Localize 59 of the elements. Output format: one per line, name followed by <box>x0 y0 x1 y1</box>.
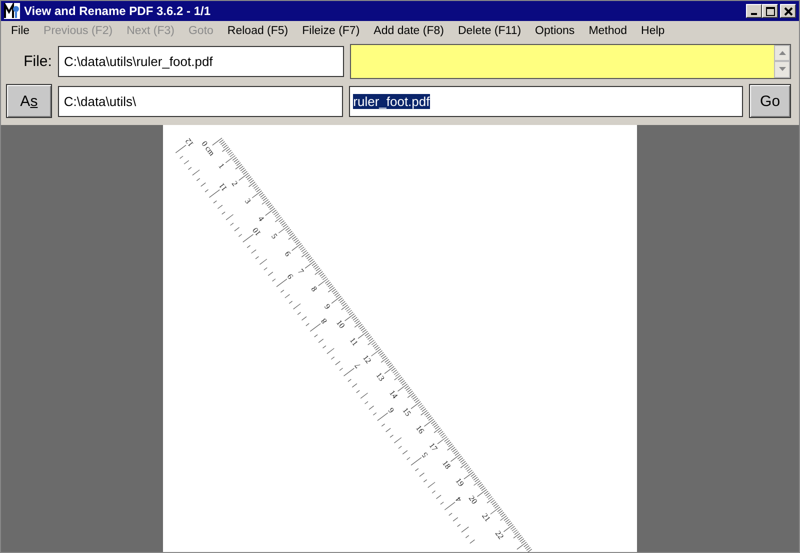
ruler-label: 12 <box>183 136 196 148</box>
ruler-label: 0 cm <box>200 139 216 158</box>
ruler-label: 3 <box>243 196 253 206</box>
ruler-label: 10 <box>250 226 263 238</box>
ruler-label: 18 <box>440 458 452 471</box>
menu-item[interactable]: Options <box>528 25 582 37</box>
ruler-label: 12 <box>361 353 374 366</box>
ruler-label: 16 <box>414 424 426 436</box>
ruler-label: 13 <box>374 370 386 383</box>
ruler-label: 8 <box>309 284 319 294</box>
ruler-label: 6 <box>282 250 292 258</box>
ruler-label: 2 <box>230 179 240 188</box>
minimize-button[interactable] <box>746 4 762 18</box>
close-icon <box>784 6 792 16</box>
ruler-label: 15 <box>400 406 413 418</box>
ruler-label: 10 <box>334 318 347 330</box>
down-arrow-icon <box>778 67 786 72</box>
file-path-field[interactable]: C:\data\utils\ruler_foot.pdf <box>58 46 344 76</box>
ruler-label: 17 <box>427 441 440 454</box>
new-name-field[interactable]: ruler_foot.pdf <box>349 86 744 116</box>
maximize-icon <box>766 6 774 16</box>
ruler-label: 1 <box>216 162 226 170</box>
ruler-label: 14 <box>388 388 400 400</box>
menu-item[interactable]: Fileize (F7) <box>295 25 367 37</box>
menu-item[interactable]: File <box>4 25 37 37</box>
file-name-text: ruler_foot.pdf <box>353 94 430 108</box>
ruler-label: 7 <box>352 361 362 370</box>
file-label: File: <box>22 52 52 70</box>
notes-field[interactable] <box>350 44 791 78</box>
menu-item[interactable]: Reload (F5) <box>220 25 296 37</box>
ruler-label: 6 <box>386 406 396 415</box>
ruler-label: 20 <box>466 494 479 506</box>
ruler-label: 11 <box>348 336 360 348</box>
ruler-label: 5 <box>270 232 280 241</box>
ruler-label: 21 <box>480 512 492 524</box>
menu-item[interactable]: Help <box>634 25 672 37</box>
close-button[interactable] <box>780 4 796 18</box>
ruler-label: 22 <box>493 529 506 541</box>
maximize-button[interactable] <box>762 4 778 18</box>
ruler-label: 4 <box>454 495 464 504</box>
folder-field[interactable]: C:\data\utils\ <box>58 86 344 116</box>
ruler-label: 4 <box>256 214 266 224</box>
ruler-label: 8 <box>319 316 329 326</box>
up-arrow-icon <box>778 50 786 55</box>
ruler-label: 19 <box>454 476 466 488</box>
ruler-label: 9 <box>322 302 332 311</box>
ruler-label: 5 <box>420 450 430 460</box>
ruler-label: 11 <box>217 181 230 193</box>
save-as-button[interactable]: As <box>6 84 52 118</box>
menu-item[interactable]: Delete (F11) <box>450 25 528 37</box>
menu-item[interactable]: Add date (F8) <box>366 25 451 37</box>
scroll-up-button[interactable] <box>774 44 790 61</box>
ruler-label: 7 <box>296 267 306 276</box>
app-logo-icon <box>4 3 20 19</box>
scroll-down-button[interactable] <box>774 61 790 78</box>
menu-item[interactable]: Method <box>582 25 634 37</box>
window-title: View and Rename PDF 3.6.2 - 1/1 <box>24 4 212 18</box>
go-button[interactable]: Go <box>749 84 791 118</box>
ruler-label: 9 <box>286 272 296 281</box>
